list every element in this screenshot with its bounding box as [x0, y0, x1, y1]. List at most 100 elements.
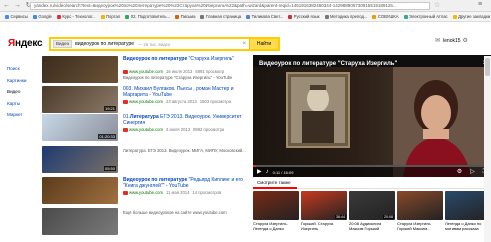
bookmark-label: Письма	[180, 14, 196, 19]
bookmark-label: Методика препод...	[330, 14, 368, 19]
bookmark-item[interactable]: Тиликова Свет...	[246, 14, 283, 19]
youtube-logo-icon[interactable]: ▷	[470, 169, 475, 175]
address-bar[interactable]: yandex.ru/video/search?text=видеоурок%20…	[30, 2, 430, 10]
related-thumbnail[interactable]: 36:44	[301, 191, 347, 220]
result-views: 1503 просмотра	[199, 99, 231, 104]
related-title[interactable]: Горький. Старуха Изергиль	[301, 221, 347, 231]
duration-badge: 05:50	[103, 166, 116, 171]
related-thumbnail[interactable]: 20:08	[349, 191, 395, 220]
video-result[interactable]: 05:50 Литература. ЕГЭ 2013. Видеоурок. МИ…	[42, 144, 252, 174]
result-date: 11 мая 2014	[165, 190, 190, 195]
nav-item[interactable]: Видео	[7, 89, 37, 94]
search-result-count: — 26 тыс. видео	[138, 41, 171, 47]
related-thumbnail[interactable]	[253, 191, 299, 220]
video-result[interactable]: Видеоурок по литературе "Старуха Изергил…	[42, 54, 252, 84]
bookmark-item[interactable]: Портал	[100, 14, 120, 19]
search-input[interactable]: видеоурок по литературе	[75, 41, 134, 47]
nav-item[interactable]: Карты	[7, 101, 37, 106]
settings-icon[interactable]: ⚙	[457, 169, 462, 175]
bookmark-favicon-icon	[5, 14, 9, 19]
bookmark-item[interactable]: Электронный Атлас	[403, 14, 448, 19]
search-scope-tag[interactable]: Видео	[53, 40, 73, 48]
nav-item[interactable]: Картинки	[7, 78, 37, 83]
forward-icon[interactable]: →	[13, 1, 22, 10]
bookmark-item[interactable]: Сервисы	[5, 14, 28, 19]
browser-toolbar: ← → ↻ yandex.ru/video/search?text=видеоу…	[0, 0, 491, 12]
related-title[interactable]: 20:08 Аудиокнига Максим Горький Изергиль	[349, 221, 395, 231]
result-title-part: Видеоурок по литературе	[123, 56, 188, 62]
video-thumbnail[interactable]: 01:20:33	[42, 114, 118, 141]
result-date: 23 августа 2013	[165, 99, 197, 104]
bookmark-favicon-icon	[288, 14, 293, 19]
bookmark-star-icon[interactable]: ☆	[434, 1, 440, 9]
video-thumbnail[interactable]	[42, 208, 118, 235]
bookmark-item[interactable]: СОВУШКА	[372, 14, 399, 19]
bookmark-item[interactable]: Письма	[175, 14, 195, 19]
bookmark-favicon-icon	[403, 14, 408, 19]
bookmark-item[interactable]: Методика препод...	[324, 14, 368, 19]
result-title[interactable]: 003. Михаил Булгаков. Пьесы , роман Маст…	[123, 86, 247, 98]
user-name[interactable]: lenok15	[443, 38, 461, 44]
related-video[interactable]: 36:44 Горький. Старуха Изергиль	[301, 191, 353, 231]
nav-item[interactable]: Маркет	[7, 112, 37, 117]
bookmark-item[interactable]: Другие закладки	[452, 14, 491, 19]
result-title[interactable]: Видеоурок по литературе "Редьярд Киплинг…	[123, 177, 247, 189]
bookmark-item[interactable]: 02. Подготовитель...	[125, 14, 170, 19]
notifications-icon[interactable]: ✉	[435, 37, 440, 44]
related-video[interactable]: Старуха Изергиль Горький Максим...	[397, 191, 449, 231]
related-title[interactable]: Старуха Изергиль. Легенда о Данко	[253, 221, 299, 231]
yandex-logo[interactable]: Яндекс	[8, 38, 43, 49]
duration-badge: 36:44	[335, 214, 346, 219]
related-video[interactable]: 20:08 20:08 Аудиокнига Максим Горький Изе…	[349, 191, 401, 231]
video-thumbnail[interactable]: 19:21	[42, 86, 118, 113]
progress-bar[interactable]	[253, 165, 491, 167]
bookmark-item[interactable]: Русский язык	[288, 14, 320, 19]
video-still	[253, 67, 491, 177]
result-host[interactable]: www.youtube.com	[129, 69, 163, 74]
settings-icon[interactable]: ⚙	[463, 37, 468, 44]
bookmark-label: Другие закладки	[458, 14, 491, 19]
video-frame[interactable]	[253, 67, 491, 177]
result-meta: www.youtube.com 11 мая 2014 14 просмотров	[123, 190, 221, 195]
menu-icon[interactable]: ≡	[478, 1, 482, 8]
scrollbar[interactable]	[484, 56, 491, 242]
bookmark-item[interactable]: Главная страница	[200, 14, 241, 19]
video-result[interactable]: Ещё больше видеоуроков на сайте www.yout…	[42, 206, 252, 236]
play-icon[interactable]: ▶	[257, 169, 262, 175]
result-host[interactable]: www.youtube.com	[129, 127, 163, 132]
video-result[interactable]: 19:21 003. Михаил Булгаков. Пьесы , роман…	[42, 84, 252, 114]
result-snippet: Литература. ЕГЭ 2013. Видеоурок. МИГА, М…	[123, 148, 246, 153]
bookmark-favicon-icon	[32, 14, 37, 19]
nav-item[interactable]: Поиск	[7, 66, 37, 71]
volume-icon[interactable]: ♪	[266, 169, 269, 175]
clear-search-icon[interactable]: ×	[242, 41, 246, 47]
see-also-heading[interactable]: Смотрите также	[257, 180, 291, 185]
video-thumbnail[interactable]	[42, 177, 118, 204]
search-button[interactable]: Найти	[249, 39, 278, 49]
video-result[interactable]: Видеоурок по литературе "Редьярд Киплинг…	[42, 175, 252, 205]
back-icon[interactable]: ←	[2, 1, 11, 10]
bookmark-item[interactable]: Курс - Технолог...	[56, 14, 96, 19]
related-video[interactable]: Старуха Изергиль. Легенда о Данко	[253, 191, 305, 231]
video-player[interactable]: Видеоурок по литературе "Старуха Изергил…	[253, 55, 491, 177]
result-snippet: Видеоурок по литературе "Старуха Изергил…	[123, 75, 233, 80]
video-result[interactable]: 01:20:33 01.Литература ЕГЭ 2013. Видеоуро…	[42, 112, 252, 142]
related-title[interactable]: Старуха Изергиль Горький Максим...	[397, 221, 443, 231]
bookmark-favicon-icon	[125, 14, 130, 19]
player-title: Видеоурок по литературе "Старуха Изергил…	[259, 61, 398, 67]
video-thumbnail[interactable]	[42, 56, 118, 83]
bookmark-label: Сервисы	[10, 14, 28, 19]
video-thumbnail[interactable]: 05:50	[42, 146, 118, 173]
bookmark-label: Курс - Технолог...	[62, 14, 96, 19]
result-host[interactable]: www.youtube.com	[129, 190, 163, 195]
related-thumbnail[interactable]	[397, 191, 443, 220]
duration-badge: 01:20:33	[98, 134, 116, 139]
result-title[interactable]: Видеоурок по литературе "Старуха Изергил…	[123, 56, 247, 62]
result-host[interactable]: www.youtube.com	[129, 99, 163, 104]
result-title[interactable]: 01.Литература ЕГЭ 2013. Видеоурок. Униве…	[123, 114, 247, 126]
bookmark-item[interactable]: Google	[32, 14, 52, 19]
scroll-thumb[interactable]	[485, 58, 490, 76]
bookmark-label: СОВУШКА	[377, 14, 399, 19]
progress-fill	[253, 165, 256, 167]
result-views: 6891 просмотр	[195, 69, 225, 74]
